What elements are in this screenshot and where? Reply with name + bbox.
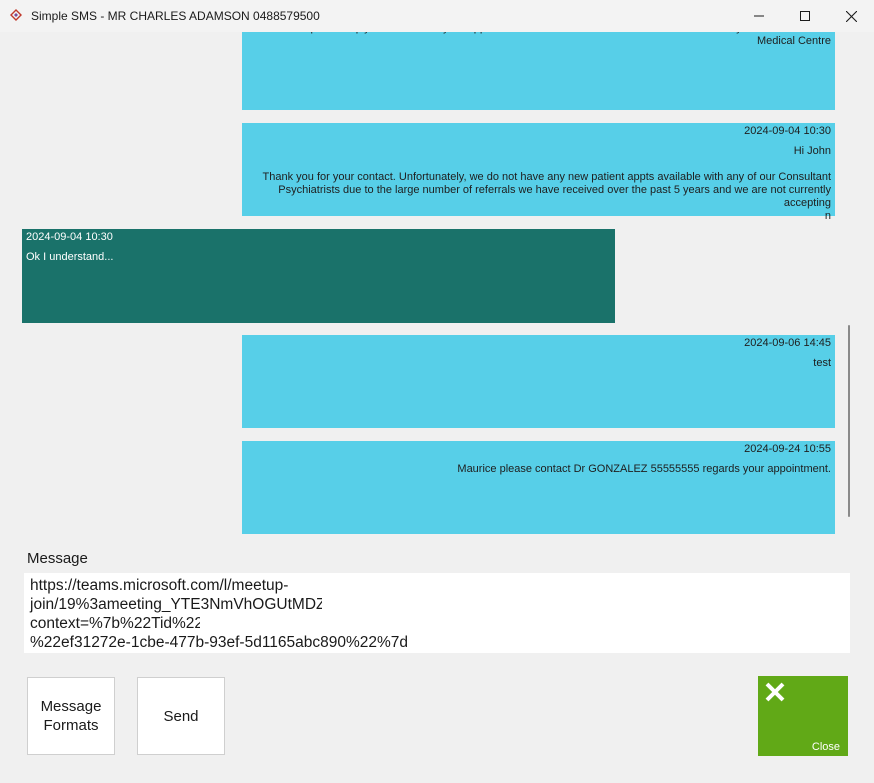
send-label: Send [163,707,199,725]
message-text: Hi John Thank you for your contact. Unfo… [262,145,831,222]
message-input-line: %22ef31272e-1cbe-477b-93ef-5d1165abc890%… [30,634,409,651]
close-x-icon [765,682,785,702]
title-bar: Simple SMS - MR CHARLES ADAMSON 04885795… [0,0,874,32]
minimize-icon [754,15,764,17]
app-diamond-icon [10,9,22,21]
maximize-icon [800,11,810,21]
message-bubble-outgoing: Charles please reply OK to confirm your … [242,32,835,110]
close-icon [845,10,857,22]
message-text: Charles please reply OK to confirm your … [270,32,831,47]
message-bubble-outgoing: 2024-09-24 10:55 Maurice please contact … [242,441,835,534]
message-timestamp: 2024-09-24 10:55 [744,443,831,455]
message-input[interactable]: https://teams.microsoft.com/l/meetup- jo… [24,573,850,653]
message-input-line: context=%7b%22Tid%22%3a%22a1b2c3%22%2c%2… [30,614,844,633]
message-bubble-outgoing: 2024-09-06 14:45 test [242,335,835,428]
send-button[interactable]: Send [137,677,225,755]
window-title: Simple SMS - MR CHARLES ADAMSON 04885795… [31,9,320,23]
message-history[interactable]: Charles please reply OK to confirm your … [0,32,840,537]
message-text: Ok I understand... [26,251,114,263]
message-input-line: join/19%3ameeting_YTE3NmVhOGUtMDZkZi00Nj… [30,595,844,614]
message-text: test [813,357,831,369]
minimize-button[interactable] [736,0,782,32]
close-button[interactable]: Close [758,676,848,756]
message-formats-button[interactable]: Message Formats [27,677,115,755]
message-timestamp: 2024-09-06 14:45 [744,337,831,349]
message-formats-label: Message Formats [40,698,102,734]
close-label: Close [811,741,840,753]
close-window-button[interactable] [828,0,874,32]
message-scrollbar[interactable] [843,46,854,535]
message-text: Maurice please contact Dr GONZALEZ 55555… [457,463,831,475]
message-timestamp: 2024-09-04 10:30 [26,231,113,243]
scrollbar-thumb[interactable] [848,325,850,517]
message-bubble-incoming: 2024-09-04 10:30 Ok I understand... [22,229,615,323]
message-label: Message [27,550,88,567]
message-bubble-outgoing: 2024-09-04 10:30 Hi John Thank you for y… [242,123,835,222]
message-timestamp: 2024-09-04 10:30 [744,125,831,137]
maximize-button[interactable] [782,0,828,32]
message-input-line: https://teams.microsoft.com/l/meetup- [30,577,289,594]
